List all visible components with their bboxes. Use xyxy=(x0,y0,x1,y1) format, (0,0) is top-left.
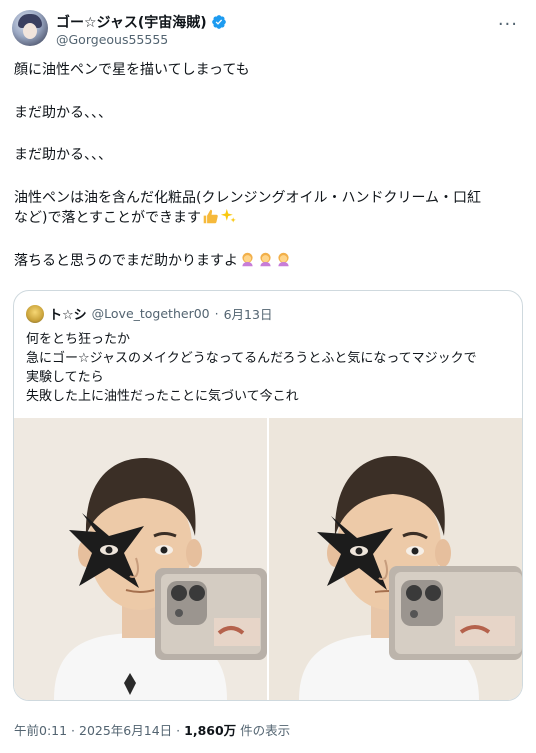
thumbs-up-icon xyxy=(203,209,218,224)
selfie-photo-right[interactable] xyxy=(269,418,522,700)
view-count: 1,860万 xyxy=(184,723,237,738)
quoted-date: 6月13日 xyxy=(223,307,273,322)
tweet-line: まだ助かる、、、 xyxy=(14,104,112,121)
author-name[interactable]: ゴー☆ジャス(宇宙海賊) xyxy=(56,12,207,32)
tweet-line: 落ちると思うのでまだ助かりますよ xyxy=(14,252,238,269)
tweet-line: 顔に油性ペンで星を描いてしまっても xyxy=(14,62,250,78)
quoted-tweet-header: ト☆シ @Love_together00 · 6月13日 xyxy=(26,304,272,323)
tweet-text: 顔に油性ペンで星を描いてしまっても まだ助かる、、、 まだ助かる、、、 油性ペン… xyxy=(14,60,524,271)
quoted-author-avatar xyxy=(26,304,44,323)
author-name-row: ゴー☆ジャス(宇宙海賊) xyxy=(56,12,227,32)
meta-separator: · xyxy=(176,723,181,738)
quoted-author-handle: @Love_together00 xyxy=(91,306,210,321)
selfie-photo-left[interactable] xyxy=(14,418,267,700)
quoted-media xyxy=(14,418,522,700)
quoted-line: 急にゴー☆ジャスのメイクどうなってるんだろうとふと気になってマジックで xyxy=(26,351,477,366)
person-bowing-icon xyxy=(242,252,253,266)
quoted-line: 失敗した上に油性だったことに気づいて今これ xyxy=(26,389,299,404)
author-handle[interactable]: @Gorgeous55555 xyxy=(56,32,168,47)
tweet-line: など)で落とすことができます xyxy=(14,210,202,226)
author-avatar[interactable] xyxy=(12,10,48,46)
quoted-tweet-text: 何をとち狂ったか 急にゴー☆ジャスのメイクどうなってるんだろうとふと気になってマ… xyxy=(26,330,511,406)
verified-badge-icon xyxy=(211,15,226,29)
person-bowing-icon xyxy=(278,252,289,266)
view-count-label: 件の表示 xyxy=(240,723,291,738)
tweet-line-with-emoji: など)で落とすことができます xyxy=(14,208,524,229)
quoted-line: 何をとち狂ったか xyxy=(26,332,131,347)
person-bowing-icon xyxy=(260,252,271,266)
quoted-line: 実験してたら xyxy=(26,370,104,385)
tweet-line: 油性ペンは油を含んだ化粧品(クレンジングオイル・ハンドクリーム・口紅 xyxy=(14,189,482,206)
quoted-author-name: ト☆シ xyxy=(49,308,87,323)
tweet-timestamp[interactable]: 午前0:11 · 2025年6月14日 xyxy=(14,723,172,738)
tweet-header: ゴー☆ジャス(宇宙海賊) @Gorgeous55555 ··· xyxy=(12,8,524,52)
sparkles-icon xyxy=(220,208,236,223)
tweet-line-with-emoji: 落ちると思うのでまだ助かりますよ xyxy=(14,251,524,272)
tweet-line: まだ助かる、、、 xyxy=(14,147,112,163)
more-dots-icon[interactable]: ··· xyxy=(498,14,518,35)
quoted-tweet[interactable]: ト☆シ @Love_together00 · 6月13日 何をとち狂ったか 急に… xyxy=(13,290,523,701)
tweet-footer: 午前0:11 · 2025年6月14日 · 1,860万 件の表示 xyxy=(14,720,290,739)
meta-separator: · xyxy=(214,306,219,321)
